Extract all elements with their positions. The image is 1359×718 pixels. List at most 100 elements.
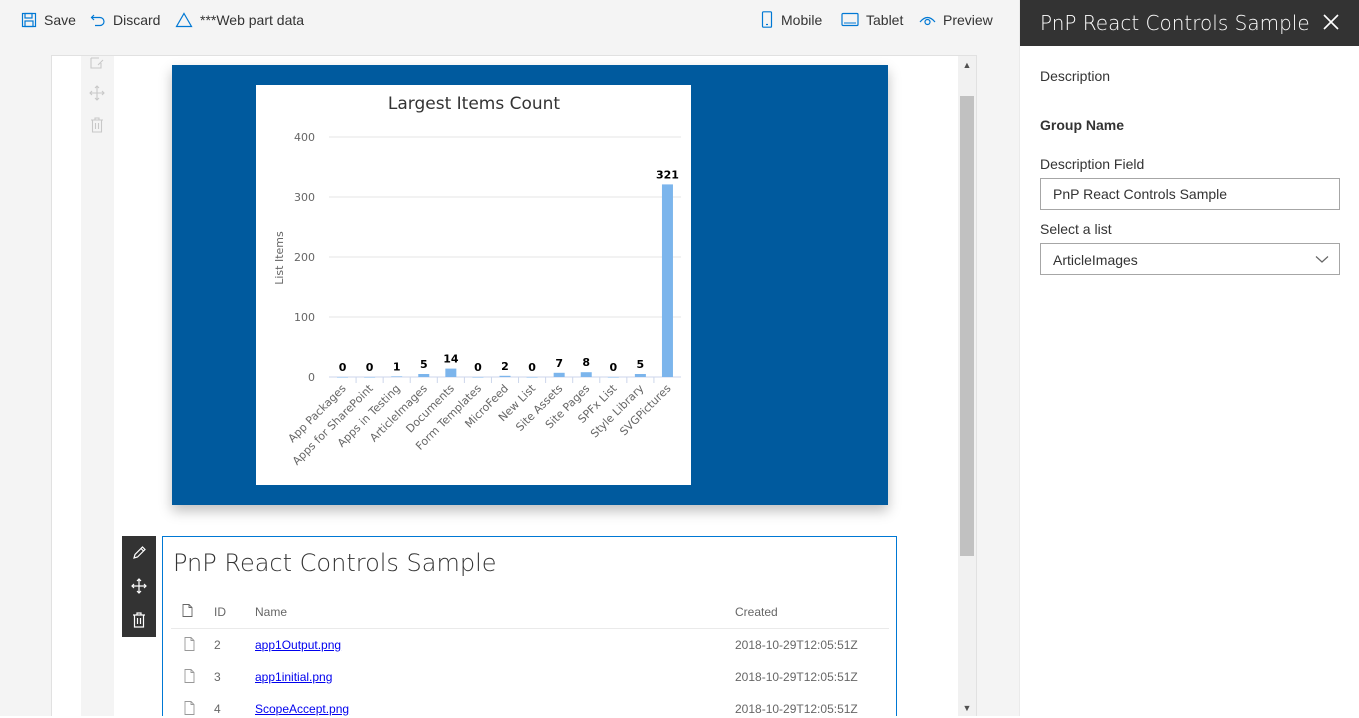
property-pane-description: Description <box>1040 68 1111 84</box>
bar[interactable] <box>364 377 376 378</box>
undo-icon <box>90 14 105 26</box>
preview-label: Preview <box>943 11 993 28</box>
delete-webpart-button[interactable] <box>122 603 156 637</box>
scroll-up-icon[interactable]: ▲ <box>958 57 976 73</box>
y-tick-label: 400 <box>294 131 315 144</box>
bar[interactable] <box>499 375 511 377</box>
property-pane: PnP React Controls Sample Description Gr… <box>1019 0 1359 716</box>
chart-card: Largest Items Count List Items 0 100 200 30… <box>256 85 691 485</box>
bar[interactable] <box>337 377 349 378</box>
row-id: 4 <box>214 702 221 716</box>
data-label: 7 <box>555 357 563 370</box>
bar[interactable] <box>391 376 403 377</box>
pencil-icon <box>133 546 146 559</box>
data-label: 2 <box>501 360 509 373</box>
tablet-button[interactable]: Tablet <box>841 0 903 39</box>
row-name-link[interactable]: app1initial.png <box>255 670 332 684</box>
description-field[interactable] <box>1040 178 1340 210</box>
property-pane-header: PnP React Controls Sample <box>1020 0 1359 46</box>
data-label: 0 <box>528 361 536 374</box>
column-header-created[interactable]: Created <box>735 605 778 619</box>
data-label: 1 <box>393 360 401 373</box>
description-field-label: Description Field <box>1040 156 1145 172</box>
column-header-id[interactable]: ID <box>214 605 226 619</box>
preview-button[interactable]: Preview <box>919 0 993 39</box>
row-name-link[interactable]: ScopeAccept.png <box>255 702 349 716</box>
mobile-icon <box>761 11 773 28</box>
row-name-link[interactable]: app1Output.png <box>255 638 341 652</box>
y-tick-label: 100 <box>294 311 315 324</box>
webpart-data-button[interactable]: ***Web part data <box>175 0 304 39</box>
data-label: 5 <box>420 358 428 371</box>
bar[interactable] <box>526 377 538 378</box>
edit-webpart-button[interactable] <box>122 536 156 570</box>
property-pane-title: PnP React Controls Sample <box>1040 11 1310 35</box>
command-bar: Save Discard ***Web part data Mobile Tab… <box>0 0 1019 39</box>
list-webpart-title: PnP React Controls Sample <box>173 549 497 577</box>
move-webpart-button[interactable] <box>122 569 156 603</box>
data-label: 0 <box>366 361 374 374</box>
bar[interactable] <box>445 368 457 377</box>
row-created: 2018-10-29T12:05:51Z <box>735 670 858 684</box>
scrollbar-thumb[interactable] <box>960 96 974 556</box>
tablet-label: Tablet <box>866 11 904 28</box>
bar[interactable] <box>553 372 565 377</box>
chevron-down-icon <box>1315 256 1329 263</box>
trash-icon <box>133 612 145 628</box>
row-id: 2 <box>214 638 221 652</box>
y-tick-label: 200 <box>294 251 315 264</box>
y-axis-label: List Items <box>273 231 286 285</box>
file-icon <box>184 701 195 718</box>
select-list-value: ArticleImages <box>1053 252 1138 268</box>
discard-button[interactable]: Discard <box>90 0 160 39</box>
bar[interactable] <box>580 372 592 377</box>
edit-section-icon[interactable] <box>88 54 106 72</box>
delete-section-icon[interactable] <box>88 116 106 134</box>
data-label: 8 <box>582 356 590 369</box>
save-icon <box>21 12 37 27</box>
mobile-button[interactable]: Mobile <box>760 0 822 39</box>
list-webpart[interactable]: PnP React Controls Sample ID Name Create… <box>162 536 897 716</box>
eye-icon <box>919 16 936 25</box>
scroll-down-icon[interactable]: ▼ <box>958 700 976 716</box>
tablet-icon <box>841 12 859 27</box>
bar[interactable] <box>418 374 430 377</box>
section-toolbar <box>81 56 114 716</box>
group-name-heading: Group Name <box>1040 117 1125 133</box>
column-header-name[interactable]: Name <box>255 605 287 619</box>
save-button[interactable]: Save <box>21 0 76 39</box>
bar[interactable] <box>472 377 484 378</box>
close-icon <box>1323 14 1339 30</box>
discard-label: Discard <box>113 11 161 28</box>
data-label: 0 <box>339 361 347 374</box>
triangle-icon <box>175 11 193 27</box>
chart-title: Largest Items Count <box>388 94 561 114</box>
bar[interactable] <box>661 184 673 377</box>
webpart-data-label: ***Web part data <box>200 11 305 28</box>
row-id: 3 <box>214 670 221 684</box>
file-type-header-icon <box>182 604 193 620</box>
bar-chart: Largest Items Count List Items 010020030… <box>273 94 681 468</box>
data-label: 0 <box>609 361 617 374</box>
y-tick-label: 300 <box>294 191 315 204</box>
mobile-label: Mobile <box>781 11 823 28</box>
move-icon <box>131 578 147 594</box>
file-icon <box>184 669 195 686</box>
file-icon <box>184 637 195 654</box>
data-label: 14 <box>443 353 459 366</box>
data-label: 5 <box>637 358 645 371</box>
close-pane-button[interactable] <box>1318 9 1344 35</box>
y-tick-label: 0 <box>308 371 315 384</box>
row-created: 2018-10-29T12:05:51Z <box>735 702 858 716</box>
bar[interactable] <box>634 374 646 377</box>
select-list-label: Select a list <box>1040 221 1112 237</box>
bar[interactable] <box>607 377 619 378</box>
data-label: 321 <box>656 168 679 181</box>
select-list-dropdown[interactable]: ArticleImages <box>1040 243 1340 275</box>
move-section-icon[interactable] <box>88 84 106 102</box>
webpart-toolbar <box>122 536 156 637</box>
header-divider <box>171 628 889 629</box>
save-label: Save <box>44 11 76 28</box>
data-label: 0 <box>474 361 482 374</box>
row-created: 2018-10-29T12:05:51Z <box>735 638 858 652</box>
